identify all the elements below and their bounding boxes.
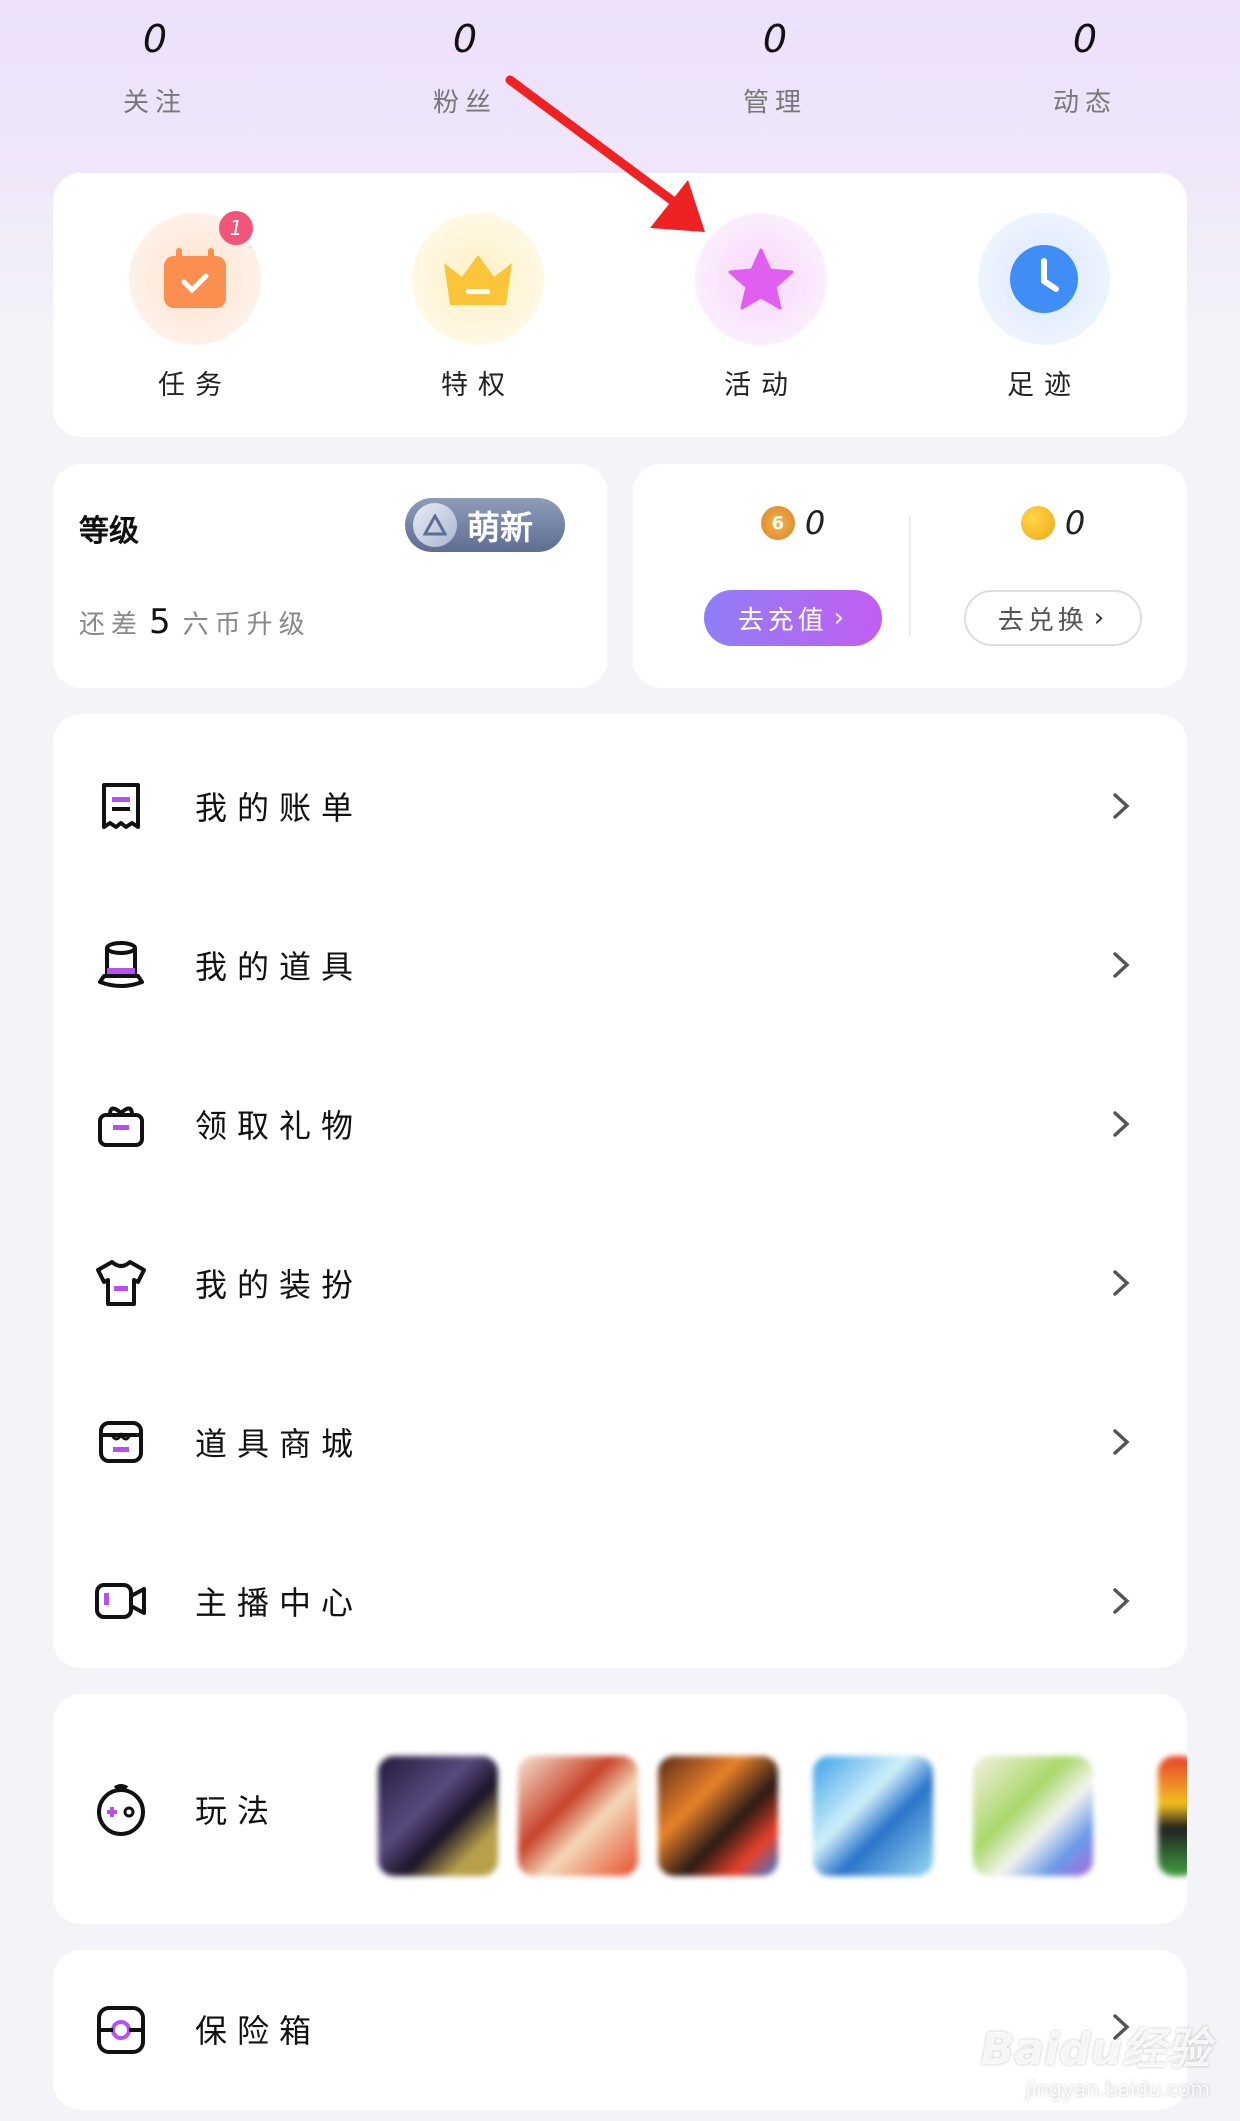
quick-footprint[interactable]: 足迹 xyxy=(964,213,1124,402)
game-thumbnail[interactable] xyxy=(658,1756,778,1876)
game-thumbnail[interactable] xyxy=(813,1756,933,1876)
exchange-button-label: 去兑换 xyxy=(997,605,1088,636)
magic-hat-icon xyxy=(93,937,149,993)
quick-footprint-label: 足迹 xyxy=(1007,370,1081,401)
menu-item-bill[interactable]: 我的账单 xyxy=(53,731,1187,881)
menu-item-outfit-label: 我的装扮 xyxy=(195,1266,364,1304)
bean-value: 0 xyxy=(1064,504,1086,542)
stats-row: 0 关注 0 粉丝 0 管理 0 动态 xyxy=(0,20,1240,150)
crown-icon xyxy=(412,213,544,345)
menu-item-streamer-label: 主播中心 xyxy=(195,1584,364,1622)
quick-task[interactable]: 1 任务 xyxy=(115,211,275,402)
stat-moments-count: 0 xyxy=(1072,17,1098,61)
level-hint: 还差 5 六币升级 xyxy=(79,602,311,642)
gamepad-icon xyxy=(97,1784,145,1836)
chevron-right-icon xyxy=(1113,1111,1130,1137)
video-camera-icon xyxy=(93,1573,149,1629)
quick-activity[interactable]: 活动 xyxy=(681,213,841,402)
game-thumbnail[interactable] xyxy=(973,1756,1093,1876)
level-tag: 萌新 xyxy=(405,498,565,552)
safe-label: 保险箱 xyxy=(195,2012,322,2050)
menu-item-outfit[interactable]: 我的装扮 xyxy=(53,1208,1187,1358)
task-calendar-icon: 1 xyxy=(129,211,261,345)
quick-privilege[interactable]: 特权 xyxy=(398,213,558,402)
bill-icon xyxy=(93,778,149,834)
level-hint-suffix: 六币升级 xyxy=(182,610,311,640)
chevron-right-icon: › xyxy=(833,603,849,633)
stat-following-count: 0 xyxy=(142,17,168,61)
stat-moments-label: 动态 xyxy=(1052,88,1117,118)
quick-privilege-label: 特权 xyxy=(441,370,515,401)
chevron-right-icon xyxy=(1113,1429,1130,1455)
menu-item-gift[interactable]: 领取礼物 xyxy=(53,1049,1187,1199)
chevron-right-icon xyxy=(1113,793,1130,819)
game-thumbnail[interactable] xyxy=(1158,1756,1187,1876)
level-hint-prefix: 还差 xyxy=(79,610,144,640)
watermark-brand: Baidu经验 xyxy=(980,2024,1210,2075)
menu-card: 我的账单 我的道具 领取礼物 我的装扮 道具商城 主播中心 xyxy=(53,714,1187,1668)
stat-fans[interactable]: 0 粉丝 xyxy=(365,20,565,119)
clock-icon xyxy=(978,213,1110,345)
chevron-right-icon: › xyxy=(1093,603,1109,633)
chevron-right-icon xyxy=(1113,1588,1130,1614)
exchange-button[interactable]: 去兑换 › xyxy=(964,590,1142,646)
menu-item-shop-label: 道具商城 xyxy=(195,1425,364,1463)
task-badge: 1 xyxy=(219,211,253,245)
recharge-button-label: 去充值 xyxy=(737,605,828,636)
games-label: 玩法 xyxy=(195,1792,280,1830)
bean-icon xyxy=(1020,506,1055,540)
star-icon xyxy=(695,213,827,345)
menu-item-gift-label: 领取礼物 xyxy=(195,1107,364,1145)
menu-item-streamer[interactable]: 主播中心 xyxy=(53,1526,1187,1676)
safe-icon xyxy=(97,2006,145,2054)
stat-following-label: 关注 xyxy=(122,88,187,118)
stat-manage-count: 0 xyxy=(762,17,788,61)
stat-manage[interactable]: 0 管理 xyxy=(675,20,875,119)
menu-item-bill-label: 我的账单 xyxy=(195,789,364,827)
menu-item-props[interactable]: 我的道具 xyxy=(53,890,1187,1040)
wallet-card: 6 0 去充值 › 0 去兑换 › xyxy=(633,464,1187,688)
coin-balance: 6 0 去充值 › xyxy=(673,504,913,646)
recharge-button[interactable]: 去充值 › xyxy=(704,590,882,646)
quick-task-label: 任务 xyxy=(158,370,232,401)
coin-value: 0 xyxy=(804,504,826,542)
games-card: 玩法 xyxy=(53,1694,1187,1924)
game-thumbnail[interactable] xyxy=(518,1756,638,1876)
level-hint-value: 5 xyxy=(149,602,177,642)
shirt-icon xyxy=(93,1255,149,1311)
chevron-right-icon xyxy=(1113,952,1130,978)
game-thumbnail[interactable] xyxy=(378,1756,498,1876)
quick-actions-card: 1 任务 特权 活动 足迹 xyxy=(53,173,1187,437)
stat-fans-label: 粉丝 xyxy=(432,88,497,118)
stat-moments[interactable]: 0 动态 xyxy=(985,20,1185,119)
chevron-right-icon xyxy=(1113,1270,1130,1296)
menu-item-shop[interactable]: 道具商城 xyxy=(53,1367,1187,1517)
shop-icon xyxy=(93,1414,149,1470)
quick-activity-label: 活动 xyxy=(724,370,798,401)
coin-icon: 6 xyxy=(760,506,795,540)
watermark-url: jingyan.baidu.com xyxy=(1025,2077,1210,2101)
stat-fans-count: 0 xyxy=(452,17,478,61)
level-title: 等级 xyxy=(79,514,139,549)
wallet-divider xyxy=(909,516,911,636)
watermark: Baidu经验 jingyan.baidu.com xyxy=(981,2013,1210,2101)
stat-following[interactable]: 0 关注 xyxy=(55,20,255,119)
level-card[interactable]: 等级 萌新 还差 5 六币升级 xyxy=(53,464,607,688)
level-tag-label: 萌新 xyxy=(467,508,533,547)
stat-manage-label: 管理 xyxy=(742,88,807,118)
level-gem-icon xyxy=(413,503,457,547)
menu-item-props-label: 我的道具 xyxy=(195,948,364,986)
gift-icon xyxy=(93,1096,149,1152)
bean-balance: 0 去兑换 › xyxy=(933,504,1173,646)
